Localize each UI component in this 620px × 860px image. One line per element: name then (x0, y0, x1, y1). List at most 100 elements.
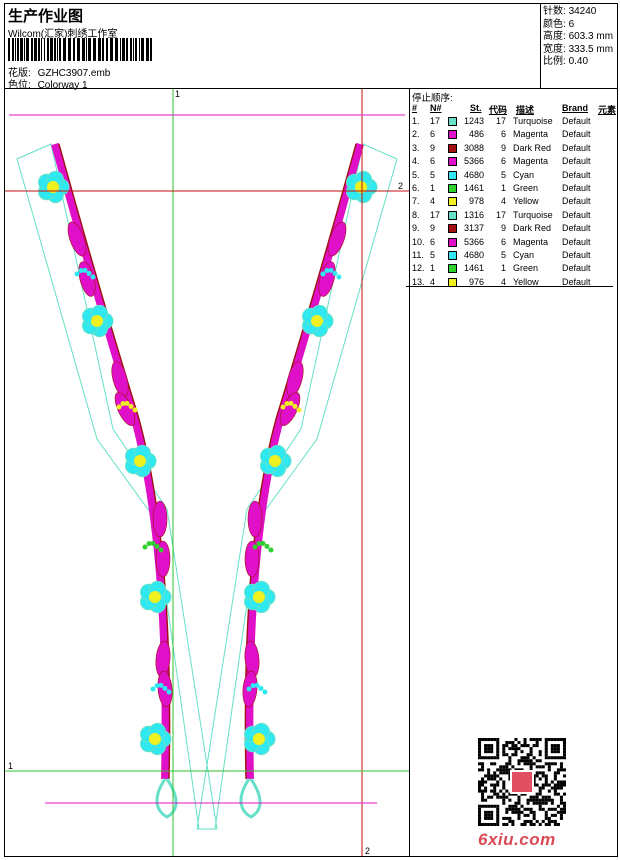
embroidery-design: 1 2 1 2 (5, 89, 409, 856)
bead-motif (332, 270, 338, 276)
row-needle: 17 (430, 116, 441, 126)
col-needle: N# (430, 103, 442, 113)
flower-motif (302, 304, 334, 338)
row-desc: Yellow (513, 196, 539, 207)
bead-motif (166, 689, 172, 695)
col-desc: 描述 (516, 105, 535, 115)
bead-motif (258, 685, 264, 691)
row-desc: Cyan (513, 250, 535, 260)
bead-motif (252, 544, 258, 550)
row-needle: 17 (430, 209, 441, 220)
col-brand: Brand (562, 103, 589, 113)
row-brand: Default (562, 183, 591, 193)
table-row[interactable]: 12. 1 1461 1 Green Default (410, 263, 617, 276)
bead-motif (158, 682, 164, 688)
row-brand: Default (562, 169, 591, 180)
row-stitches: 486 (468, 129, 484, 140)
table-row[interactable]: 11. 5 4680 5 Cyan Default (410, 250, 617, 263)
row-needle: 9 (430, 142, 436, 153)
bead-motif (296, 407, 302, 413)
table-row[interactable]: 7. 4 978 4 Yellow Default (410, 196, 617, 209)
stat-stitches: 针数: 34240 (543, 6, 597, 17)
row-code: 5 (500, 250, 506, 260)
row-brand: Default (562, 142, 591, 153)
bead-motif (132, 407, 138, 413)
leaf-motif (247, 500, 263, 538)
guide-label-v2: 2 (365, 846, 370, 856)
bead-motif (260, 540, 266, 546)
row-index: 11. (412, 250, 424, 260)
row-code: 6 (500, 129, 506, 140)
row-code: 5 (500, 169, 506, 180)
row-needle: 6 (430, 236, 436, 247)
page-title: 生产作业图 (8, 8, 84, 25)
bead-motif (246, 686, 252, 692)
row-index: 10. (412, 236, 425, 247)
row-code: 4 (500, 196, 506, 207)
bead-motif (82, 267, 88, 273)
bead-motif (268, 547, 274, 553)
stat-colors: 颜色: 6 (543, 18, 575, 30)
row-needle: 1 (430, 183, 436, 193)
production-sheet: 生产作业图 Wilcom(汇家)刺绣工作室 花版: GZHC3907.emb 色… (4, 3, 618, 857)
row-desc: Magenta (513, 129, 549, 140)
row-stitches: 3088 (463, 142, 484, 153)
table-row[interactable]: 5. 5 4680 5 Cyan Default (410, 170, 617, 183)
table-row[interactable]: 9. 9 3137 9 Dark Red Default (410, 223, 617, 236)
row-stitches: 4680 (463, 169, 484, 180)
stat-scale: 比例: 0.40 (543, 56, 589, 67)
row-stitches: 1316 (463, 209, 484, 220)
row-index: 2. (412, 129, 420, 140)
row-index: 12. (412, 263, 425, 274)
row-stitches: 5366 (463, 156, 484, 167)
row-needle: 5 (430, 250, 436, 260)
bead-motif (320, 271, 326, 277)
row-code: 9 (500, 223, 506, 234)
loop-ornaments (155, 778, 262, 819)
bead-motif (150, 540, 156, 546)
bead-motif (116, 404, 122, 410)
leaf-motif (327, 221, 347, 257)
bead-motif (328, 267, 334, 273)
row-needle: 5 (430, 169, 436, 180)
row-code: 1 (500, 183, 506, 193)
bead-motif (154, 543, 160, 549)
row-needle: 9 (430, 223, 436, 234)
row-desc: Dark Red (513, 142, 552, 153)
row-desc: Green (513, 263, 539, 274)
row-desc: Magenta (513, 236, 549, 247)
bead-motif (254, 682, 260, 688)
table-row[interactable]: 6. 1 1461 1 Green Default (410, 183, 617, 196)
row-needle: 4 (430, 196, 436, 207)
table-divider (406, 286, 613, 287)
row-needle: 6 (430, 156, 436, 167)
embroidery-canvas: 1 2 1 2 (5, 89, 410, 856)
table-row[interactable]: 4. 6 5366 6 Magenta Default (410, 156, 617, 169)
row-index: 9. (412, 223, 420, 234)
row-brand: Default (562, 129, 591, 140)
bead-motif (128, 403, 134, 409)
table-row[interactable]: 10. 6 5366 6 Magenta Default (410, 237, 617, 250)
flower-motif (244, 580, 276, 614)
bead-motif (264, 543, 270, 549)
row-desc: Turquoise (513, 209, 553, 220)
row-brand: Default (562, 250, 591, 260)
col-element: 元素 (598, 105, 617, 115)
table-row[interactable]: 1. 17 1243 17 Turquoise Default (410, 116, 617, 129)
guide-label-v1: 1 (175, 89, 180, 99)
table-row[interactable]: 13. 4 976 4 Yellow Default (410, 277, 617, 290)
row-index: 3. (412, 142, 420, 153)
row-stitches: 5366 (463, 236, 484, 247)
table-row[interactable]: 2. 6 486 6 Magenta Default (410, 129, 617, 142)
row-index: 6. (412, 183, 420, 193)
row-code: 9 (500, 142, 506, 153)
row-brand: Default (562, 223, 591, 234)
header-panel: 生产作业图 Wilcom(汇家)刺绣工作室 花版: GZHC3907.emb 色… (5, 4, 541, 91)
row-needle: 1 (430, 263, 436, 274)
table-row[interactable]: 3. 9 3088 9 Dark Red Default (410, 143, 617, 156)
row-code: 1 (500, 263, 506, 274)
table-row[interactable]: 8. 17 1316 17 Turquoise Default (410, 210, 617, 223)
row-stitches: 1461 (463, 183, 484, 193)
bead-motif (90, 274, 96, 280)
bead-motif (74, 271, 80, 277)
